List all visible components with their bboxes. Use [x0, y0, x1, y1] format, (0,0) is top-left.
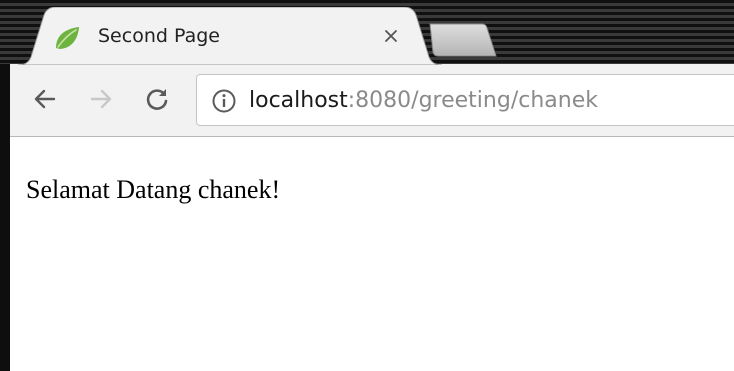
toolbar: localhost:8080/greeting/chanek	[10, 64, 734, 137]
address-bar[interactable]: localhost:8080/greeting/chanek	[196, 74, 734, 126]
tab-second-page[interactable]: Second Page	[18, 7, 442, 65]
url-host: localhost	[249, 88, 348, 113]
back-arrow-icon	[34, 89, 56, 109]
browser-window: Second Page localhost:8080/greeting/chan…	[0, 0, 734, 371]
url-path: :8080/greeting/chanek	[347, 88, 598, 113]
spring-leaf-icon	[56, 27, 79, 49]
tab-close-button[interactable]	[376, 21, 406, 51]
forward-arrow-icon	[90, 89, 112, 109]
close-icon	[385, 30, 397, 42]
forward-button[interactable]	[86, 84, 116, 114]
info-icon[interactable]	[211, 88, 237, 114]
reload-button[interactable]	[142, 84, 172, 114]
back-button[interactable]	[30, 84, 60, 114]
page-content: Selamat Datang chanek!	[10, 137, 734, 371]
reload-icon	[146, 89, 168, 110]
tab-title: Second Page	[98, 25, 220, 47]
greeting-message: Selamat Datang chanek!	[26, 175, 281, 204]
url-text[interactable]: localhost:8080/greeting/chanek	[249, 86, 598, 116]
